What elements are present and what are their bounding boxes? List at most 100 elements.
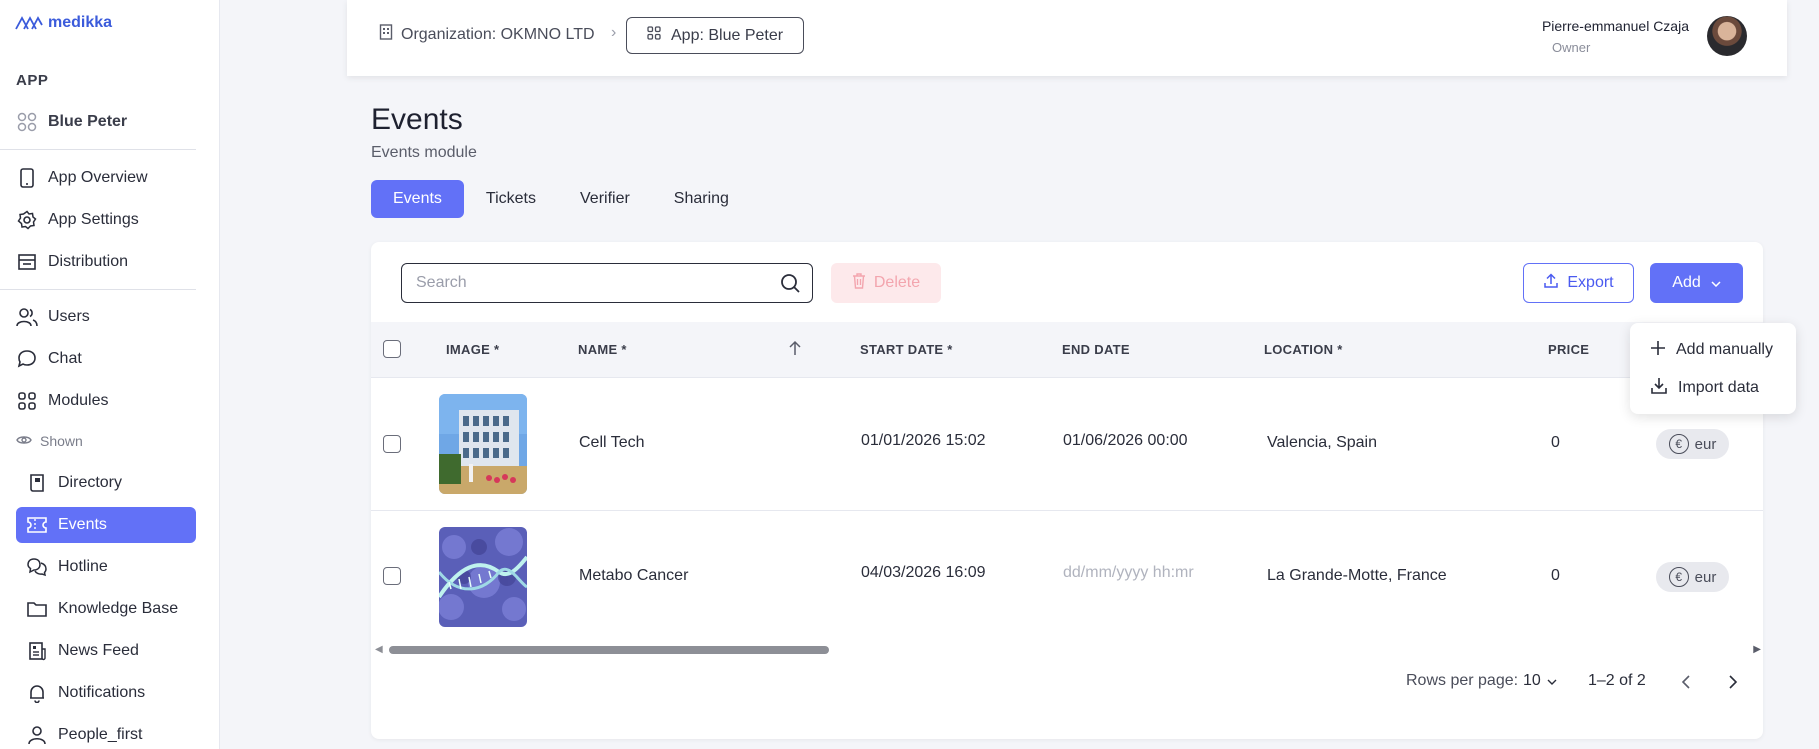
grid-icon	[16, 390, 38, 412]
users-icon	[16, 306, 38, 328]
download-icon	[1650, 377, 1668, 400]
event-name: Metabo Cancer	[579, 567, 689, 584]
menu-item-import-data[interactable]: Import data	[1650, 375, 1759, 401]
newspaper-icon	[26, 640, 48, 662]
sidebar-item-label: Chat	[48, 350, 82, 367]
tab-sharing[interactable]: Sharing	[652, 180, 751, 218]
row-checkbox[interactable]	[383, 435, 401, 453]
medikka-logo-icon	[15, 16, 43, 30]
sidebar-item-distribution[interactable]: Distribution	[16, 244, 128, 280]
sidebar-item-label: Modules	[48, 392, 109, 409]
sidebar-item-knowledge-base[interactable]: Knowledge Base	[26, 591, 178, 627]
horizontal-scrollbar[interactable]: ◀ ▶	[371, 643, 1763, 657]
scroll-right-icon[interactable]: ▶	[1753, 644, 1761, 655]
export-label: Export	[1567, 274, 1614, 291]
delete-label: Delete	[873, 274, 921, 291]
tab-verifier[interactable]: Verifier	[558, 180, 652, 218]
menu-item-label: Import data	[1678, 379, 1759, 396]
shown-label: Shown	[40, 433, 83, 449]
sidebar: medikka APP Blue Peter App Overview App …	[0, 0, 220, 749]
sidebar-divider	[0, 149, 196, 150]
column-header-image[interactable]: IMAGE *	[446, 342, 499, 357]
event-end-date[interactable]: 01/06/2026 00:00	[1063, 432, 1188, 450]
event-price[interactable]: 0	[1551, 567, 1560, 585]
user-name[interactable]: Pierre-emmanuel Czaja	[1542, 18, 1689, 34]
currency-chip[interactable]: € eur	[1656, 562, 1729, 592]
chat-bubbles-icon	[26, 556, 48, 578]
book-icon	[26, 472, 48, 494]
column-header-end-date[interactable]: END DATE	[1062, 342, 1130, 357]
search-icon[interactable]	[780, 273, 800, 298]
menu-item-add-manually[interactable]: Add manually	[1650, 337, 1773, 363]
scroll-left-icon[interactable]: ◀	[375, 644, 383, 655]
column-header-name[interactable]: NAME *	[578, 342, 627, 357]
upload-icon	[1543, 272, 1559, 294]
column-header-start-date[interactable]: START DATE *	[860, 342, 953, 357]
add-label: Add	[1672, 274, 1701, 291]
event-start-date[interactable]: 04/03/2026 16:09	[861, 564, 986, 582]
sidebar-item-modules[interactable]: Modules	[16, 383, 108, 419]
event-start-date[interactable]: 01/01/2026 15:02	[861, 432, 986, 450]
event-end-date[interactable]: dd/mm/yyyy hh:mr	[1063, 564, 1194, 582]
tab-tickets[interactable]: Tickets	[464, 180, 558, 218]
chevron-down-icon	[1711, 274, 1721, 292]
sidebar-item-news-feed[interactable]: News Feed	[26, 633, 139, 669]
sidebar-item-label: People_first	[58, 726, 143, 743]
table-row[interactable]: Metabo Cancer 04/03/2026 16:09 dd/mm/yyy…	[371, 511, 1763, 644]
add-button[interactable]: Add	[1650, 263, 1743, 303]
rows-per-page-label: Rows per page:	[1406, 672, 1519, 689]
sidebar-item-app-overview[interactable]: App Overview	[16, 160, 148, 196]
breadcrumb-organization[interactable]: Organization: OKMNO LTD	[379, 24, 595, 45]
column-header-location[interactable]: LOCATION *	[1264, 342, 1343, 357]
currency-chip[interactable]: € eur	[1656, 429, 1729, 459]
sidebar-app-name[interactable]: Blue Peter	[16, 104, 127, 140]
previous-page-icon[interactable]	[1681, 675, 1691, 694]
brand-name: medikka	[48, 14, 113, 31]
brand-logo[interactable]: medikka	[14, 14, 112, 32]
sidebar-item-app-settings[interactable]: App Settings	[16, 202, 139, 238]
plus-icon	[1650, 340, 1666, 361]
row-checkbox[interactable]	[383, 567, 401, 585]
search-box	[401, 263, 813, 303]
app-name-label: Blue Peter	[48, 113, 128, 130]
sidebar-item-label: News Feed	[58, 642, 139, 659]
scrollbar-thumb[interactable]	[389, 646, 829, 654]
top-header: Organization: OKMNO LTD › App: Blue Pete…	[347, 0, 1787, 76]
sidebar-item-hotline[interactable]: Hotline	[26, 549, 108, 585]
apps-grid-icon	[16, 111, 38, 133]
sidebar-item-directory[interactable]: Directory	[26, 465, 122, 501]
rows-per-page-select[interactable]: 10	[1523, 672, 1557, 690]
delete-button[interactable]: Delete	[831, 263, 941, 303]
tab-events[interactable]: Events	[371, 180, 464, 218]
select-all-checkbox[interactable]	[383, 340, 401, 358]
next-page-icon[interactable]	[1728, 675, 1738, 694]
sort-ascending-icon[interactable]	[788, 340, 802, 361]
event-price[interactable]: 0	[1551, 434, 1560, 452]
trash-icon	[852, 272, 866, 294]
eye-icon	[16, 433, 32, 449]
sidebar-item-events[interactable]: Events	[16, 507, 196, 543]
breadcrumb-app[interactable]: App: Blue Peter	[626, 17, 805, 54]
sidebar-item-users[interactable]: Users	[16, 299, 90, 335]
avatar[interactable]	[1707, 16, 1747, 56]
sidebar-item-label: Directory	[58, 474, 123, 491]
export-button[interactable]: Export	[1523, 263, 1634, 303]
sidebar-item-chat[interactable]: Chat	[16, 341, 82, 377]
event-image	[439, 527, 527, 627]
sidebar-item-notifications[interactable]: Notifications	[26, 675, 145, 711]
search-input[interactable]	[416, 272, 756, 294]
table-row[interactable]: Cell Tech 01/01/2026 15:02 01/06/2026 00…	[371, 378, 1763, 511]
euro-icon: €	[1668, 567, 1689, 587]
building-icon	[379, 24, 393, 45]
currency-label: eur	[1694, 568, 1717, 586]
sidebar-section-title: APP	[16, 72, 49, 89]
sidebar-item-people-first[interactable]: People_first	[26, 717, 143, 749]
ticket-icon	[26, 514, 48, 536]
apps-grid-icon	[647, 26, 661, 45]
rows-per-page-value: 10	[1523, 672, 1541, 689]
event-location: Valencia, Spain	[1267, 434, 1377, 451]
currency-label: eur	[1694, 435, 1717, 453]
column-header-price[interactable]: PRICE	[1548, 342, 1589, 357]
shown-section: Shown	[16, 433, 83, 449]
pagination-range: 1–2 of 2	[1588, 672, 1646, 689]
